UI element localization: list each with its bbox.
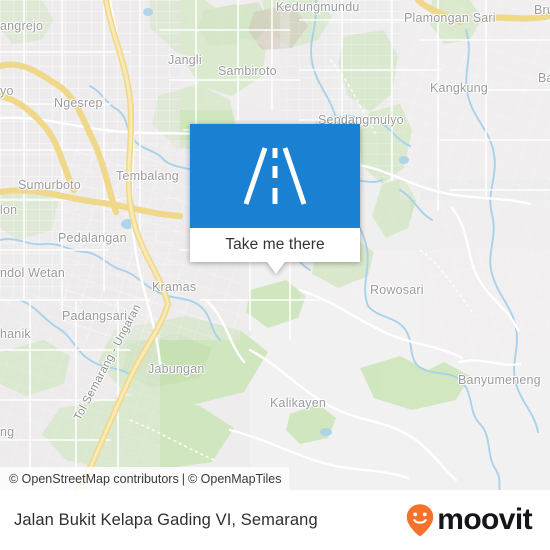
footer-bar: Jalan Bukit Kelapa Gading VI, Semarang m… xyxy=(0,490,550,550)
map-canvas[interactable]: angrejo Jangli Kedungmundu Plamongan Sar… xyxy=(0,0,550,490)
attribution-separator: | xyxy=(181,471,185,486)
attribution-tiles[interactable]: © OpenMapTiles xyxy=(188,472,282,486)
attribution-osm[interactable]: © OpenStreetMap contributors xyxy=(9,472,179,486)
popup-action-bar[interactable]: Take me there xyxy=(190,228,360,262)
moovit-logo[interactable]: moovit xyxy=(405,503,533,537)
take-me-there-label: Take me there xyxy=(225,236,325,253)
moovit-pin-icon xyxy=(407,504,434,537)
popup-icon-panel xyxy=(190,124,360,228)
destination-popup[interactable]: Take me there xyxy=(190,124,360,274)
moovit-map-screenshot: angrejo Jangli Kedungmundu Plamongan Sar… xyxy=(0,0,550,550)
location-title: Jalan Bukit Kelapa Gading VI, Semarang xyxy=(14,510,318,529)
map-attribution: © OpenStreetMap contributors | © OpenMap… xyxy=(0,467,290,490)
popup-pointer xyxy=(267,262,285,274)
moovit-wordmark: moovit xyxy=(437,503,532,536)
road-perspective-icon xyxy=(243,147,307,205)
